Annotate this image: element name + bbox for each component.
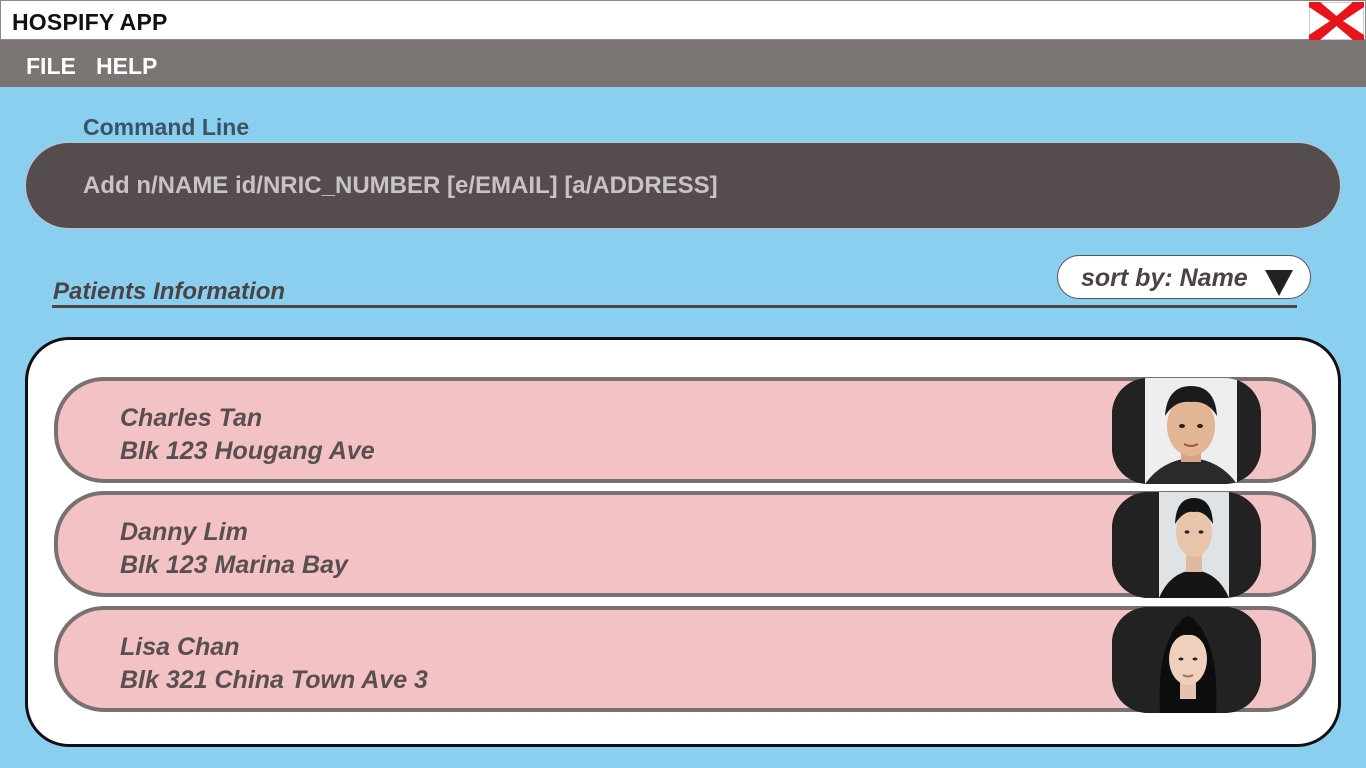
patient-avatar (1112, 378, 1261, 484)
close-icon (1309, 2, 1364, 40)
command-input[interactable] (83, 143, 1283, 228)
menu-bar: FILE HELP (0, 40, 1366, 87)
patient-name: Lisa Chan (120, 633, 240, 661)
patient-avatar (1112, 492, 1261, 598)
patient-address: Blk 321 China Town Ave 3 (120, 666, 428, 694)
patient-avatar (1112, 607, 1261, 713)
title-bar: HOSPIFY APP (0, 0, 1366, 40)
command-box (25, 142, 1341, 229)
patient-card[interactable]: Lisa Chan Blk 321 China Town Ave 3 (54, 606, 1316, 713)
sort-dropdown[interactable]: sort by: Name (1057, 255, 1311, 299)
patient-list-panel: Charles Tan Blk 123 Hougang Ave Danny Li… (25, 337, 1341, 747)
patient-address: Blk 123 Marina Bay (120, 551, 348, 579)
patient-name: Danny Lim (120, 518, 248, 546)
patient-card[interactable]: Charles Tan Blk 123 Hougang Ave (54, 377, 1316, 484)
sort-dropdown-label: sort by: Name (1081, 264, 1248, 292)
patient-name: Charles Tan (120, 404, 263, 432)
menu-file[interactable]: FILE (26, 53, 76, 80)
patient-address: Blk 123 Hougang Ave (120, 437, 375, 465)
command-line-label: Command Line (83, 114, 250, 140)
app-title: HOSPIFY APP (12, 9, 168, 35)
patient-card[interactable]: Danny Lim Blk 123 Marina Bay (54, 491, 1316, 598)
section-divider (52, 305, 1297, 308)
patients-section-title: Patients Information (53, 278, 286, 305)
close-button[interactable] (1309, 2, 1364, 40)
dropdown-arrow-icon (1265, 270, 1293, 296)
menu-help[interactable]: HELP (96, 53, 157, 80)
